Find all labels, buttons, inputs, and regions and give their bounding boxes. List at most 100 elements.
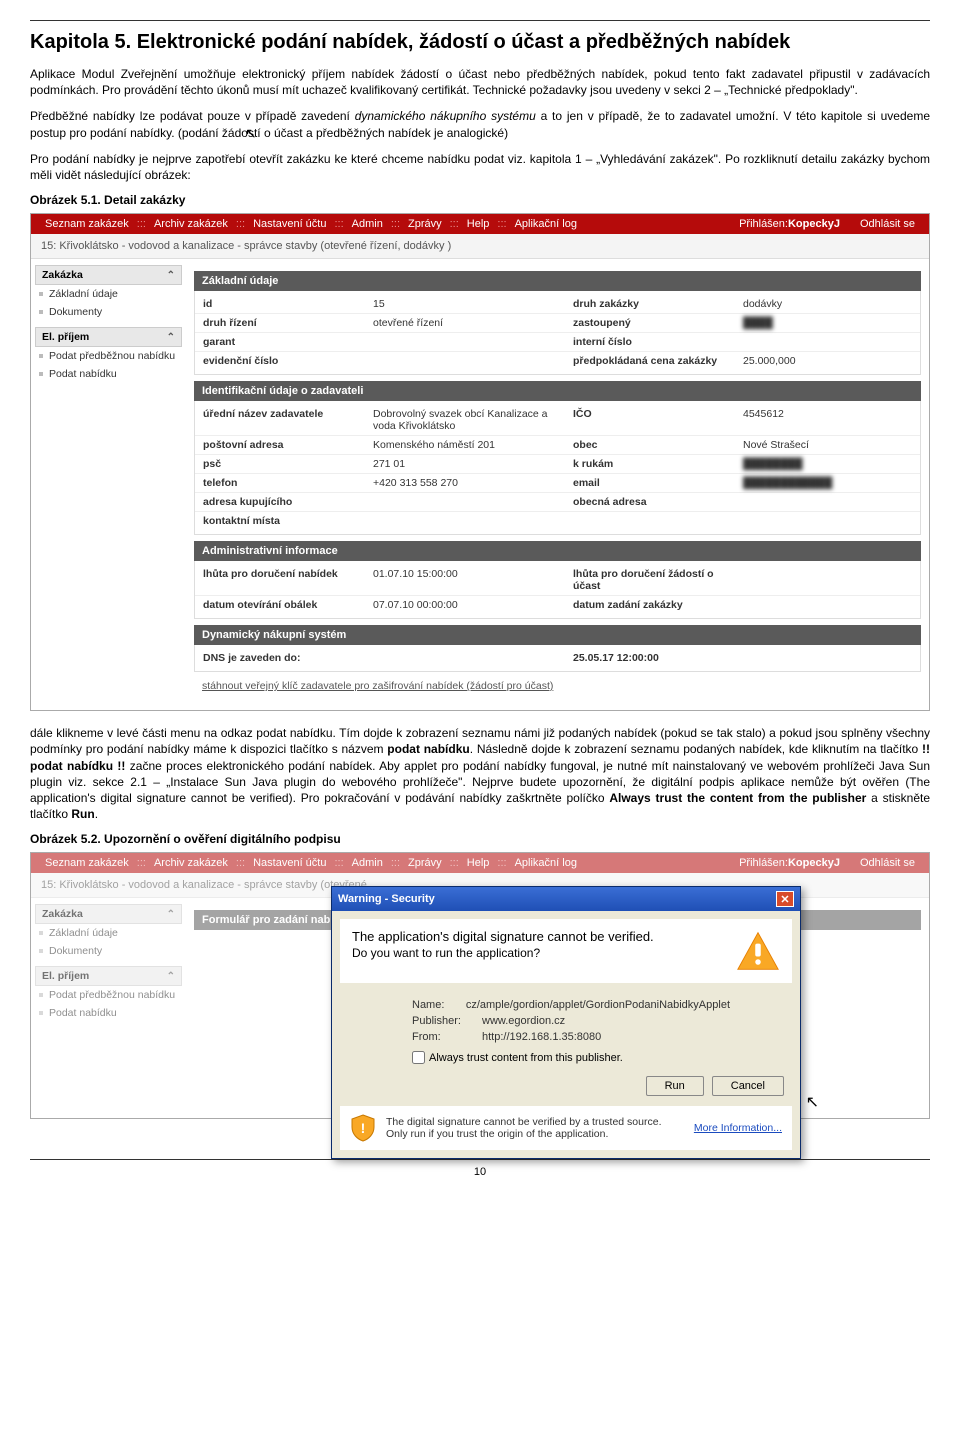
sidebar-item-zakladni[interactable]: Základní údaje xyxy=(35,285,182,303)
main-content: Základní údaje id15druh zakázkydodávky d… xyxy=(186,259,929,710)
panel-ident-head: Identifikační údaje o zadavateli xyxy=(194,381,921,401)
trust-checkbox[interactable] xyxy=(412,1051,425,1064)
more-information-link[interactable]: More Information... xyxy=(694,1122,782,1134)
menu-nastaveni[interactable]: Nastavení účtu xyxy=(247,857,332,869)
dialog-footer: ! The digital signature cannot be verifi… xyxy=(340,1106,792,1150)
publisher-label: Publisher: xyxy=(412,1015,482,1027)
p4-f: . xyxy=(95,807,98,821)
dialog-line1: The application's digital signature cann… xyxy=(352,929,724,944)
sidebar-header-zakazka[interactable]: Zakázka ⌃ xyxy=(35,904,182,924)
from-value: http://192.168.1.35:8080 xyxy=(482,1031,730,1043)
table-row: garantinterní číslo xyxy=(195,333,920,352)
chevron-up-icon: ⌃ xyxy=(167,270,175,281)
panel-zakladni-body: id15druh zakázkydodávky druh řízeníotevř… xyxy=(194,291,921,375)
cancel-button[interactable]: Cancel xyxy=(712,1076,784,1096)
sidebar-item-predbezna[interactable]: Podat předběžnou nabídku xyxy=(35,986,182,1004)
dialog-title-text: Warning - Security xyxy=(338,893,435,905)
sidebar-item-podat[interactable]: Podat nabídku xyxy=(35,1004,182,1022)
publisher-value: www.egordion.cz xyxy=(482,1015,730,1027)
run-button[interactable]: Run xyxy=(646,1076,704,1096)
sidebar-prijem-label: El. příjem xyxy=(42,331,89,343)
menu-admin[interactable]: Admin xyxy=(346,218,389,230)
top-rule xyxy=(30,20,930,21)
logout-link[interactable]: Odhlásit se xyxy=(854,218,921,230)
paragraph-1: Aplikace Modul Zveřejnění umožňuje elekt… xyxy=(30,66,930,98)
sidebar-item-zakladni[interactable]: Základní údaje xyxy=(35,924,182,942)
figure-5-1-caption: Obrázek 5.1. Detail zakázky xyxy=(30,193,930,207)
screenshot-security-warning: Seznam zakázek::: Archiv zakázek::: Nast… xyxy=(30,852,930,1119)
menu-archiv[interactable]: Archiv zakázek xyxy=(148,218,234,230)
login-user: KopeckyJ xyxy=(788,218,840,230)
login-label: Přihlášen: xyxy=(739,857,788,869)
paragraph-2: Předběžné nabídky lze podávat pouze v př… xyxy=(30,108,930,140)
logout-link[interactable]: Odhlásit se xyxy=(854,857,921,869)
table-row: druh řízeníotevřené řízenízastoupený████ xyxy=(195,314,920,333)
breadcrumb: 15: Křivoklátsko - vodovod a kanalizace … xyxy=(31,234,929,259)
table-row: poštovní adresaKomenského náměstí 201obe… xyxy=(195,436,920,455)
svg-text:!: ! xyxy=(361,1120,366,1136)
table-row: psč271 01k rukám████████ xyxy=(195,455,920,474)
menu-help[interactable]: Help xyxy=(461,857,496,869)
sidebar-prijem-label: El. příjem xyxy=(42,970,89,982)
sidebar: Zakázka ⌃ Základní údaje Dokumenty El. p… xyxy=(31,898,186,1118)
figure-5-2-caption: Obrázek 5.2. Upozornění o ověření digitá… xyxy=(30,832,930,846)
chevron-up-icon: ⌃ xyxy=(167,332,175,343)
p4-c: . Následně dojde k zobrazení seznamu pod… xyxy=(470,742,922,756)
chevron-up-icon: ⌃ xyxy=(167,909,175,920)
menu-archiv[interactable]: Archiv zakázek xyxy=(148,857,234,869)
dialog-buttons: Run Cancel xyxy=(332,1070,800,1106)
login-user: KopeckyJ xyxy=(788,857,840,869)
table-row: id15druh zakázkydodávky xyxy=(195,295,920,314)
table-row: kontaktní místa xyxy=(195,512,920,530)
sidebar-item-dokumenty[interactable]: Dokumenty xyxy=(35,303,182,321)
dialog-message: The application's digital signature cann… xyxy=(340,919,792,983)
sidebar-header-zakazka[interactable]: Zakázka ⌃ xyxy=(35,265,182,285)
app-menubar: Seznam zakázek::: Archiv zakázek::: Nast… xyxy=(31,214,929,234)
menu-help[interactable]: Help xyxy=(461,218,496,230)
trust-checkbox-row: Always trust content from this publisher… xyxy=(412,1051,730,1064)
sidebar-zakazka-label: Zakázka xyxy=(42,908,83,920)
panel-admin-body: lhůta pro doručení nabídek01.07.10 15:00… xyxy=(194,561,921,619)
panel-admin-head: Administrativní informace xyxy=(194,541,921,561)
dialog-footer-text: The digital signature cannot be verified… xyxy=(386,1116,684,1140)
warning-icon xyxy=(736,929,780,973)
paragraph-3: Pro podání nabídky je nejprve zapotřebí … xyxy=(30,151,930,183)
sidebar-item-dokumenty[interactable]: Dokumenty xyxy=(35,942,182,960)
security-warning-dialog: Warning - Security ✕ The application's d… xyxy=(331,886,801,1159)
panel-zakladni-head: Základní údaje xyxy=(194,271,921,291)
menu-seznam[interactable]: Seznam zakázek xyxy=(39,218,135,230)
chapter-heading: Kapitola 5. Elektronické podání nabídek,… xyxy=(30,25,930,54)
table-row: evidenční číslopředpokládaná cena zakázk… xyxy=(195,352,920,370)
sidebar-item-podat[interactable]: Podat nabídku xyxy=(35,365,182,383)
page-number: 10 xyxy=(30,1166,930,1178)
blurred-value: ████████████ xyxy=(743,477,912,489)
menu-zpravy[interactable]: Zprávy xyxy=(402,857,448,869)
close-icon[interactable]: ✕ xyxy=(776,891,794,907)
sidebar-zakazka-label: Zakázka xyxy=(42,269,83,281)
menu-admin[interactable]: Admin xyxy=(346,857,389,869)
download-key-link[interactable]: stáhnout veřejný klíč zadavatele pro zaš… xyxy=(194,672,921,696)
menu-nastaveni[interactable]: Nastavení účtu xyxy=(247,218,332,230)
para2-a: Předběžné nabídky lze podávat pouze v př… xyxy=(30,109,355,123)
sidebar-item-predbezna[interactable]: Podat předběžnou nabídku xyxy=(35,347,182,365)
para2-italic: dynamického nákupního systému xyxy=(355,109,536,123)
menu-log[interactable]: Aplikační log xyxy=(509,857,583,869)
menu-log[interactable]: Aplikační log xyxy=(509,218,583,230)
app-menubar: Seznam zakázek::: Archiv zakázek::: Nast… xyxy=(31,853,929,873)
sidebar-header-prijem[interactable]: El. příjem ⌃ xyxy=(35,327,182,347)
dialog-line2: Do you want to run the application? xyxy=(352,946,724,960)
dialog-titlebar: Warning - Security ✕ xyxy=(332,887,800,911)
sidebar-header-prijem[interactable]: El. příjem ⌃ xyxy=(35,966,182,986)
trust-checkbox-label: Always trust content from this publisher… xyxy=(429,1052,623,1064)
menu-zpravy[interactable]: Zprávy xyxy=(402,218,448,230)
login-label: Přihlášen: xyxy=(739,218,788,230)
table-row: adresa kupujícíhoobecná adresa xyxy=(195,493,920,512)
menu-seznam[interactable]: Seznam zakázek xyxy=(39,857,135,869)
shield-icon: ! xyxy=(350,1114,376,1142)
blurred-value: ████████ xyxy=(743,458,912,470)
cursor-icon: ↖ xyxy=(806,1092,819,1112)
dialog-details: Name:cz/ample/gordion/applet/GordionPoda… xyxy=(332,991,800,1070)
p4-b3: Always trust the content from the publis… xyxy=(609,791,866,805)
sidebar: Zakázka ⌃ Základní údaje Dokumenty El. p… xyxy=(31,259,186,710)
blurred-value: ████ xyxy=(743,317,912,329)
